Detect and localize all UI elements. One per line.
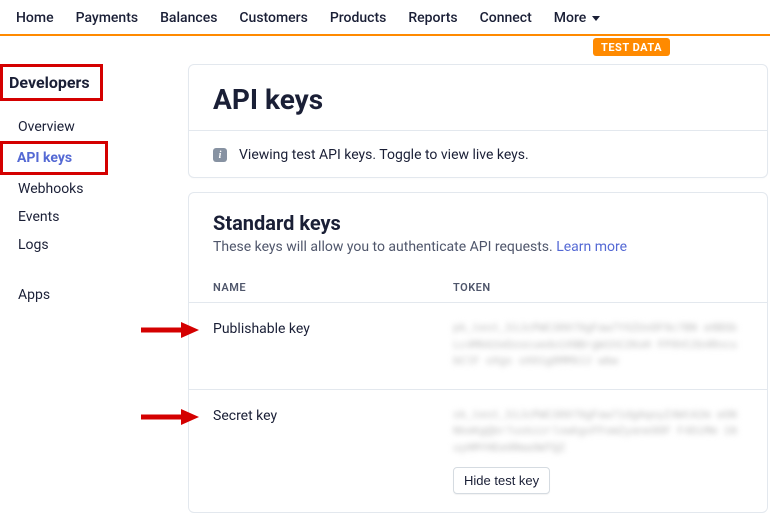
column-name: NAME (213, 281, 453, 294)
nav-payments[interactable]: Payments (76, 10, 139, 26)
sidebar: Developers Overview API keys Webhooks Ev… (0, 64, 180, 513)
standard-keys-title: Standard keys (213, 211, 743, 235)
nav-reports[interactable]: Reports (408, 10, 457, 26)
keys-table-header: NAME TOKEN (189, 263, 767, 303)
sidebar-item-apps[interactable]: Apps (0, 281, 180, 309)
top-nav: Home Payments Balances Customers Product… (0, 0, 770, 36)
nav-connect[interactable]: Connect (480, 10, 532, 26)
sidebar-nav-list: Overview API keys Webhooks Events Logs (0, 113, 180, 259)
learn-more-link[interactable]: Learn more (556, 239, 627, 255)
nav-more-label: More (554, 10, 587, 26)
main-content: API keys i Viewing test API keys. Toggle… (180, 64, 770, 513)
test-data-badge: TEST DATA (593, 38, 670, 56)
sidebar-nav-list-extra: Apps (0, 281, 180, 309)
nav-products[interactable]: Products (330, 10, 387, 26)
sidebar-item-api-keys[interactable]: API keys (0, 141, 108, 175)
nav-home[interactable]: Home (16, 10, 54, 26)
sidebar-item-events[interactable]: Events (0, 203, 180, 231)
arrow-annotation-icon (137, 406, 199, 428)
info-text: Viewing test API keys. Toggle to view li… (239, 147, 529, 163)
obscured-token-text: sk_test_51JcPWC38079gFaw71dgAqoyZ4WtA2m … (453, 408, 743, 458)
chevron-down-icon (592, 16, 600, 21)
key-token-secret: sk_test_51JcPWC38079gFaw71dgAqoyZ4WtA2m … (453, 408, 743, 495)
standard-keys-section: Standard keys These keys will allow you … (188, 192, 768, 513)
arrow-annotation-icon (137, 319, 199, 341)
table-row: Publishable key pk_test_51JcPWC38079gFaw… (189, 303, 767, 390)
sidebar-item-logs[interactable]: Logs (0, 231, 180, 259)
sidebar-item-webhooks[interactable]: Webhooks (0, 175, 180, 203)
key-name-publishable: Publishable key (213, 321, 453, 371)
info-banner: i Viewing test API keys. Toggle to view … (189, 130, 767, 177)
obscured-token-text: pk_test_51JcPWC38079gFaw7YXZUvDF9c7BN e8… (453, 321, 743, 371)
standard-keys-subtitle-text: These keys will allow you to authenticat… (213, 239, 553, 255)
info-icon: i (213, 148, 227, 162)
nav-customers[interactable]: Customers (239, 10, 307, 26)
nav-balances[interactable]: Balances (160, 10, 217, 26)
hide-test-key-button[interactable]: Hide test key (453, 467, 550, 494)
key-name-secret: Secret key (213, 408, 453, 495)
nav-more[interactable]: More (554, 10, 600, 26)
sidebar-item-overview[interactable]: Overview (0, 113, 180, 141)
table-row: Secret key sk_test_51JcPWC38079gFaw71dgA… (189, 390, 767, 513)
page-title: API keys (213, 83, 743, 116)
column-token: TOKEN (453, 281, 743, 294)
sidebar-heading-developers[interactable]: Developers (0, 64, 103, 101)
standard-keys-subtitle: These keys will allow you to authenticat… (213, 239, 743, 255)
page-header-card: API keys i Viewing test API keys. Toggle… (188, 64, 768, 178)
key-token-publishable[interactable]: pk_test_51JcPWC38079gFaw7YXZUvDF9c7BN e8… (453, 321, 743, 371)
